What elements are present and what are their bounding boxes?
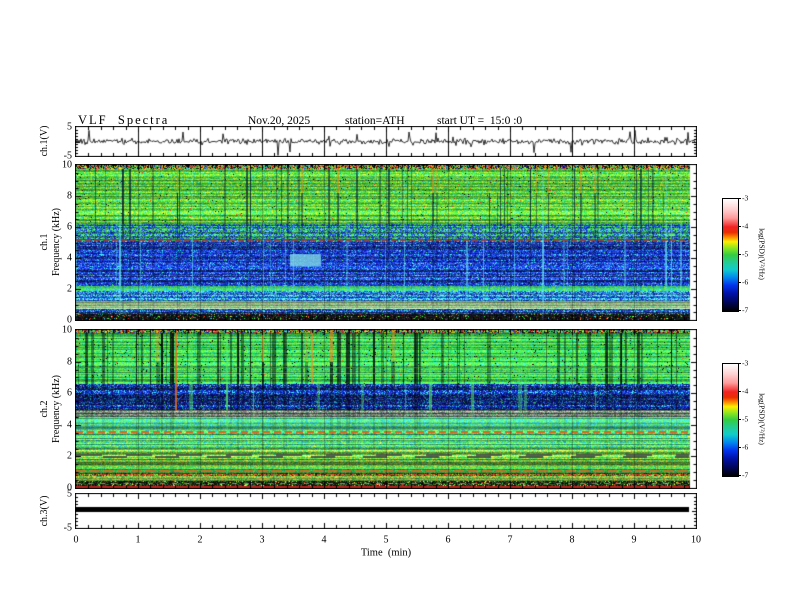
colorbar-tick-mark (738, 310, 741, 311)
colorbar-tick-mark (738, 391, 741, 392)
ch2-freq-tick-label: 2 (67, 450, 72, 462)
colorbar-tick-label: -4 (742, 386, 749, 396)
ch1-freq-tick-label: 8 (67, 190, 72, 202)
colorbar-tick-label: -4 (742, 221, 749, 231)
colorbar-ch1-label: log(PSD)(V²/Hz) (757, 228, 767, 280)
colorbar-tick-mark (738, 282, 741, 283)
x-axis-tick-label: 10 (691, 534, 701, 546)
ch1-volt-tick-label: -5 (63, 150, 72, 162)
colorbar-tick-label: -7 (742, 470, 749, 480)
colorbar-ch1 (722, 198, 739, 312)
x-axis-tick-label: 3 (259, 534, 265, 546)
ch2-spectrogram-plot (75, 329, 697, 489)
ch2-freq-tick-label: 8 (67, 356, 72, 368)
x-axis-tick-label: 5 (383, 534, 389, 546)
x-axis-tick-label: 4 (321, 534, 327, 546)
ch3-wave-ylabel: ch.3(V) (39, 495, 50, 527)
x-axis-tick-label: 0 (73, 534, 79, 546)
colorbar-tick-label: -6 (742, 277, 749, 287)
colorbar-tick-mark (738, 447, 741, 448)
colorbar-tick-label: -3 (742, 193, 749, 203)
x-axis-tick-label: 6 (445, 534, 451, 546)
x-axis-tick-label: 7 (507, 534, 513, 546)
ch1-spectrogram-plot (75, 164, 697, 321)
ch2-spec-ylabel: ch.2 Frequency (kHz) (39, 374, 62, 444)
ch3-volt-tick-label: -5 (63, 522, 72, 534)
colorbar-tick-mark (738, 419, 741, 420)
x-axis-tick-label: 1 (135, 534, 141, 546)
ch1-spec-ylabel: ch.1 Frequency (kHz) (39, 207, 62, 277)
ch1-freq-tick-label: 4 (67, 252, 72, 264)
ch3-volt-tick-label: 5 (67, 488, 72, 500)
colorbar-tick-mark (738, 254, 741, 255)
colorbar-tick-mark (738, 475, 741, 476)
colorbar-tick-label: -7 (742, 305, 749, 315)
x-axis-tick-label: 2 (197, 534, 203, 546)
ch1-freq-tick-label: 2 (67, 283, 72, 295)
x-axis-tick-label: 9 (631, 534, 637, 546)
colorbar-tick-label: -5 (742, 414, 749, 424)
ch1-waveform-plot (75, 126, 697, 157)
ch2-freq-tick-label: 4 (67, 419, 72, 431)
ch1-wave-ylabel: ch.1(V) (39, 125, 50, 157)
ch3-waveform-plot (75, 493, 697, 529)
colorbar-ch2-label: log(PSD)(V²/Hz) (757, 393, 767, 445)
ch2-freq-tick-label: 6 (67, 387, 72, 399)
colorbar-tick-mark (738, 198, 741, 199)
ch1-freq-tick-label: 6 (67, 221, 72, 233)
colorbar-tick-label: -3 (742, 358, 749, 368)
colorbar-tick-label: -5 (742, 249, 749, 259)
vlf-spectra-figure: VLF Spectra Nov.20, 2025 station=ATH sta… (0, 0, 792, 612)
colorbar-tick-mark (738, 363, 741, 364)
ch2-freq-tick-label: 10 (62, 324, 72, 336)
colorbar-ch2 (722, 363, 739, 477)
ch1-volt-tick-label: 5 (67, 121, 72, 133)
x-axis-tick-label: 8 (569, 534, 575, 546)
colorbar-tick-mark (738, 226, 741, 227)
colorbar-tick-label: -6 (742, 442, 749, 452)
x-axis-title: Time (min) (360, 547, 412, 559)
